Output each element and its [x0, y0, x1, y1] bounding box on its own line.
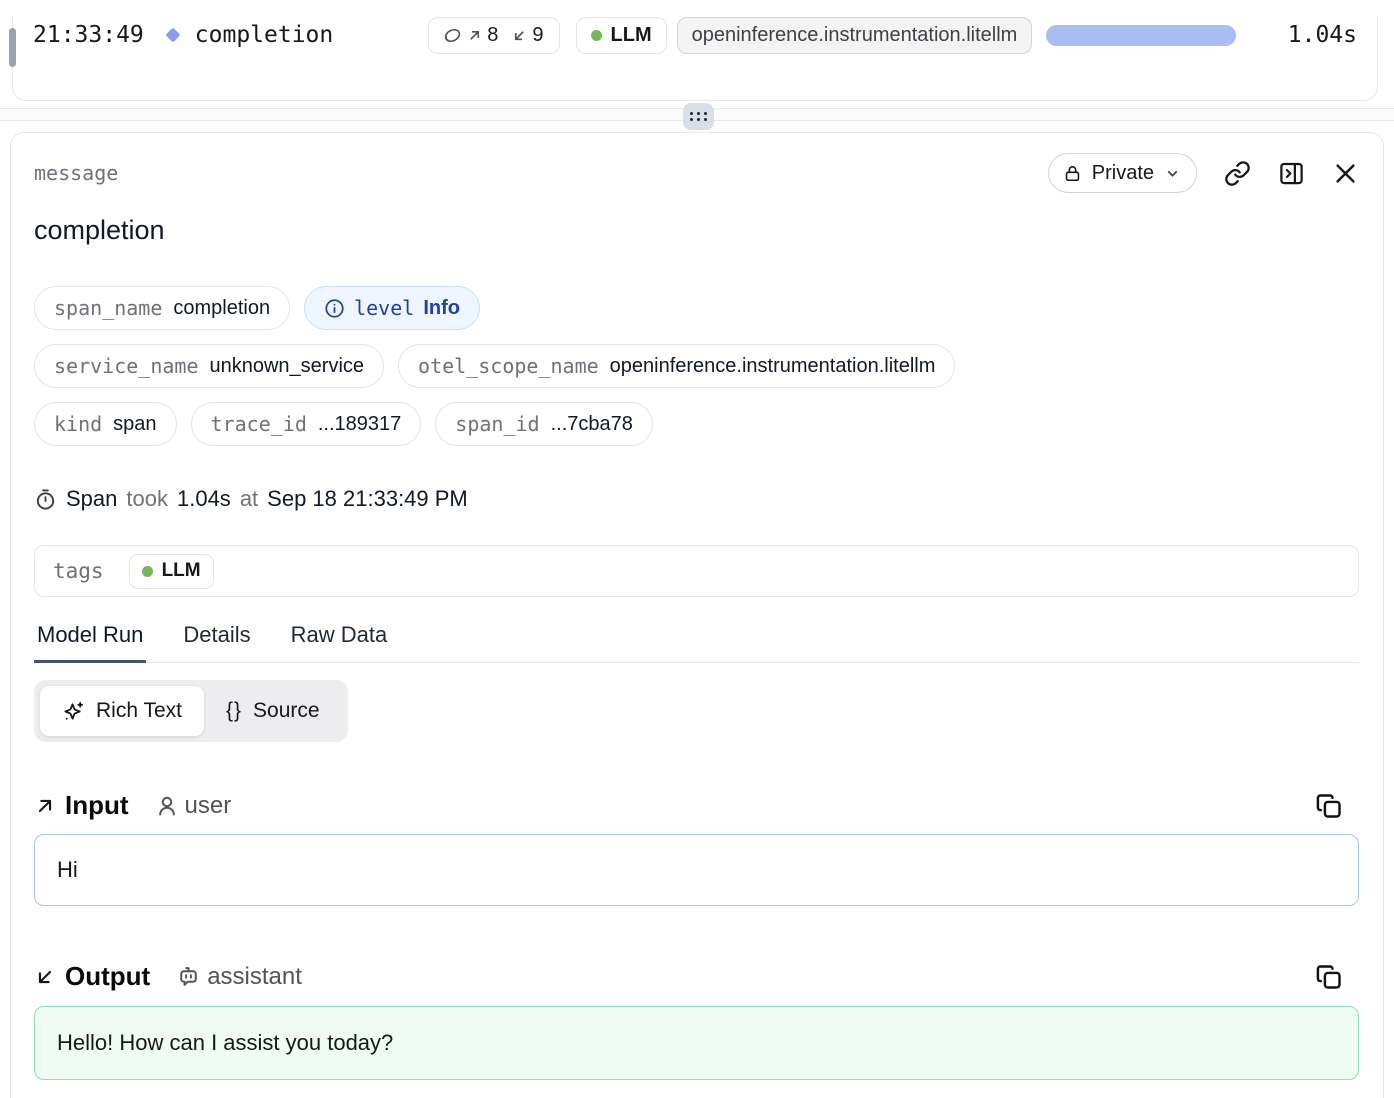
- view-mode-toggle: Rich Text {} Source: [34, 680, 348, 742]
- sparkles-icon: [62, 700, 85, 723]
- span-timestamp: Sep 18 21:33:49 PM: [267, 486, 468, 512]
- span-id-pill[interactable]: span_id ...7cba78: [435, 402, 653, 446]
- copy-link-button[interactable]: [1224, 160, 1251, 187]
- attribute-badges: span_name completion level Info service_…: [34, 286, 1359, 446]
- otel-scope-badge: openinference.instrumentation.litellm: [677, 17, 1033, 54]
- span-duration-value: 1.04s: [177, 486, 231, 512]
- timer-icon: [34, 488, 57, 511]
- lock-icon: [1063, 164, 1082, 183]
- span-list-card: 21:33:49 completion 8 9 LLM ope: [12, 15, 1378, 101]
- output-section-header: Output assistant: [34, 961, 1359, 992]
- privacy-dropdown[interactable]: Private: [1048, 153, 1197, 193]
- tags-label: tags: [53, 559, 104, 583]
- grip-dots-icon: [690, 112, 707, 121]
- span-kind-kicker: message: [34, 161, 118, 185]
- privacy-label: Private: [1092, 162, 1154, 185]
- output-content-box: Hello! How can I assist you today?: [34, 1006, 1359, 1080]
- input-content-box: Hi: [34, 834, 1359, 906]
- tokens-in-count: 8: [487, 24, 498, 47]
- copy-icon: [1315, 963, 1343, 991]
- close-icon: [1332, 160, 1359, 187]
- span-row-name: completion: [195, 22, 333, 48]
- span-row[interactable]: 21:33:49 completion 8 9 LLM ope: [13, 15, 1377, 55]
- arrow-down-left-icon: [34, 966, 56, 988]
- link-icon: [1224, 160, 1251, 187]
- tokens-out-arrow-icon: [512, 28, 527, 43]
- input-role: user: [155, 792, 232, 820]
- tab-details[interactable]: Details: [180, 622, 253, 663]
- input-heading: Input: [65, 790, 129, 821]
- panel-right-icon: [1278, 160, 1305, 187]
- token-coin-icon: [442, 25, 463, 46]
- token-count-badge: 8 9: [428, 17, 559, 54]
- detail-tabs: Model Run Details Raw Data: [34, 622, 1359, 663]
- arrow-up-right-icon: [34, 795, 56, 817]
- span-name-pill: span_name completion: [34, 286, 290, 330]
- otel-scope-name-pill: otel_scope_name openinference.instrument…: [398, 344, 955, 388]
- chevron-down-icon: [1164, 165, 1181, 182]
- latency-bar: [1046, 25, 1235, 46]
- source-toggle[interactable]: {} Source: [204, 686, 342, 736]
- service-name-pill: service_name unknown_service: [34, 344, 384, 388]
- output-content: Hello! How can I assist you today?: [57, 1030, 393, 1056]
- tag-llm[interactable]: LLM: [129, 554, 214, 589]
- tokens-out-count: 9: [532, 24, 543, 47]
- span-timing-line: Span took 1.04s at Sep 18 21:33:49 PM: [34, 486, 1359, 512]
- llm-dot-icon: [591, 30, 602, 41]
- level-info-pill: level Info: [304, 286, 480, 330]
- tab-model-run[interactable]: Model Run: [34, 622, 146, 663]
- span-duration: 1.04s: [1288, 22, 1357, 48]
- span-diamond-icon: [162, 24, 184, 46]
- kind-pill: kind span: [34, 402, 177, 446]
- tags-box: tags LLM: [34, 545, 1359, 597]
- span-start-time: 21:33:49: [33, 22, 144, 48]
- braces-icon: {}: [226, 699, 242, 723]
- resize-grip-handle[interactable]: [683, 103, 714, 130]
- tab-raw-data[interactable]: Raw Data: [288, 622, 391, 663]
- rich-text-toggle[interactable]: Rich Text: [40, 686, 204, 736]
- info-icon: [324, 298, 345, 319]
- panel-resize-gutter: [0, 101, 1394, 132]
- input-content: Hi: [57, 857, 78, 883]
- llm-kind-badge: LLM: [576, 17, 667, 54]
- page-title: completion: [34, 215, 1359, 246]
- bot-icon: [176, 964, 201, 989]
- copy-icon: [1315, 792, 1343, 820]
- close-panel-button[interactable]: [1332, 160, 1359, 187]
- user-icon: [155, 794, 179, 818]
- span-detail-panel: message Private: [10, 132, 1384, 1098]
- copy-output-button[interactable]: [1315, 963, 1343, 991]
- input-section-header: Input user: [34, 790, 1359, 821]
- output-heading: Output: [65, 961, 150, 992]
- copy-input-button[interactable]: [1315, 792, 1343, 820]
- trace-id-pill[interactable]: trace_id ...189317: [191, 402, 422, 446]
- panel-header: message Private: [34, 153, 1359, 193]
- tokens-in-arrow-icon: [467, 28, 482, 43]
- scrollbar-thumb[interactable]: [9, 28, 16, 67]
- expand-panel-button[interactable]: [1278, 160, 1305, 187]
- llm-kind-label: LLM: [611, 24, 652, 47]
- tag-dot-icon: [142, 566, 153, 577]
- output-role: assistant: [176, 963, 302, 991]
